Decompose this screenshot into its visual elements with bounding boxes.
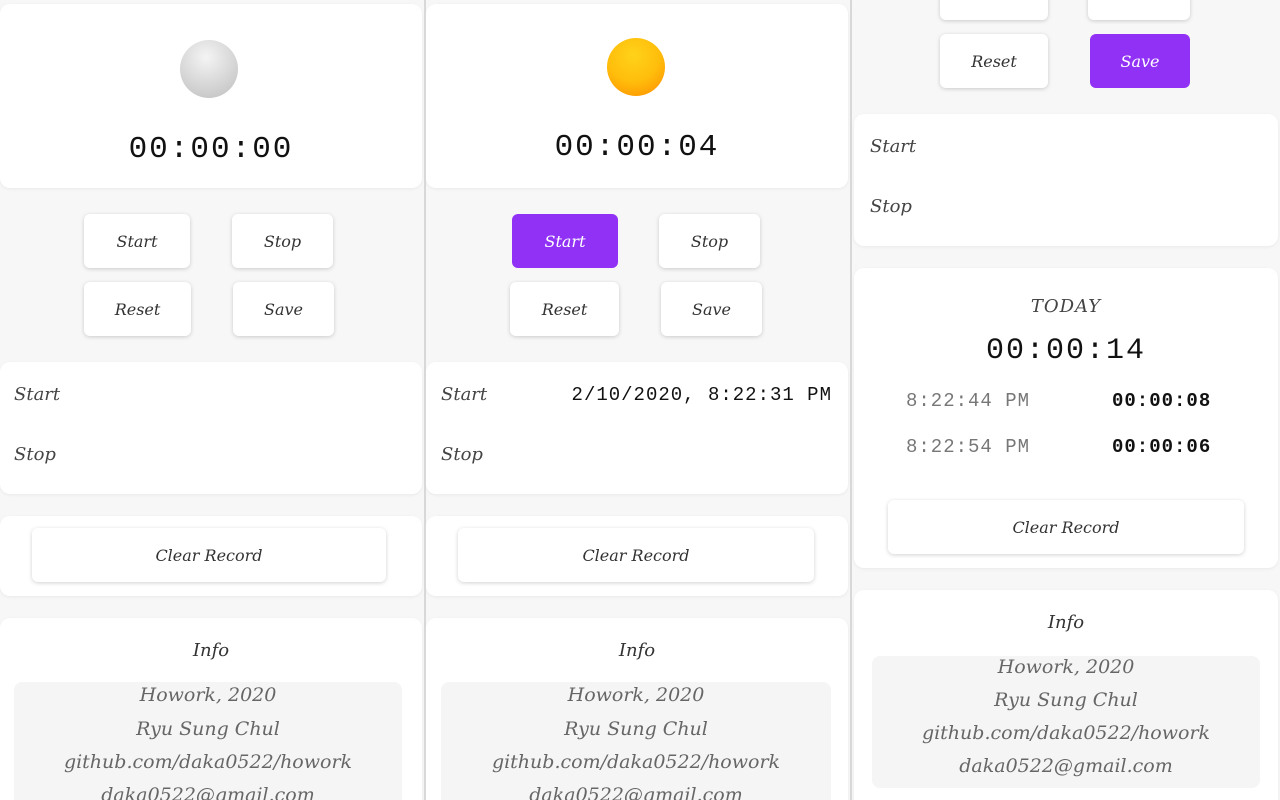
info-project: Howork, 2020 xyxy=(139,684,277,706)
panel-idle: 00:00:00 Start Stop Reset Save Start Sto… xyxy=(0,0,424,800)
clear-record-button[interactable]: Clear Record xyxy=(32,528,386,582)
clear-card: Clear Record xyxy=(0,516,422,596)
start-label: Start xyxy=(870,136,917,157)
status-lamp-icon xyxy=(607,38,665,96)
info-author: Ryu Sung Chul xyxy=(994,689,1138,711)
info-email-link[interactable]: daka0522@gmail.com xyxy=(14,784,402,800)
session-card: Start Stop xyxy=(854,114,1278,246)
info-email-link[interactable]: daka0522@gmail.com xyxy=(441,784,831,800)
record-time: 8:22:44 PM xyxy=(906,390,1031,412)
today-label: TODAY xyxy=(1030,296,1102,317)
info-card: Info Howork, 2020 Ryu Sung Chul github.c… xyxy=(854,590,1278,800)
reset-button[interactable]: Reset xyxy=(940,34,1048,88)
info-project: Howork, 2020 xyxy=(997,656,1135,678)
panel-running: 00:00:04 Start Stop Reset Save Start 2/1… xyxy=(426,0,852,800)
record-time: 8:22:54 PM xyxy=(906,436,1031,458)
start-button-partial[interactable] xyxy=(1088,0,1190,20)
session-card: Start 2/10/2020, 8:22:31 PM Stop xyxy=(426,362,848,494)
info-title: Info xyxy=(1047,612,1085,633)
info-author: Ryu Sung Chul xyxy=(136,718,280,740)
save-button[interactable]: Save xyxy=(661,282,762,336)
today-total: 00:00:14 xyxy=(985,334,1147,368)
save-button[interactable]: Save xyxy=(1090,34,1190,88)
timer-card: 00:00:00 xyxy=(0,4,422,188)
stop-label: Stop xyxy=(14,444,56,465)
info-title: Info xyxy=(192,640,230,661)
info-email-link[interactable]: daka0522@gmail.com xyxy=(872,755,1260,777)
stop-button[interactable]: Stop xyxy=(659,214,760,268)
save-button[interactable]: Save xyxy=(233,282,334,336)
start-label: Start xyxy=(14,384,61,405)
clear-record-button[interactable]: Clear Record xyxy=(458,528,814,582)
record-duration: 00:00:06 xyxy=(1112,436,1212,458)
info-box: Howork, 2020 Ryu Sung Chul github.com/da… xyxy=(441,682,831,800)
info-project: Howork, 2020 xyxy=(567,684,705,706)
info-card: Info Howork, 2020 Ryu Sung Chul github.c… xyxy=(426,618,848,800)
clear-record-button[interactable]: Clear Record xyxy=(888,500,1244,554)
stop-button[interactable]: Stop xyxy=(232,214,333,268)
stop-label: Stop xyxy=(441,444,483,465)
today-card: TODAY 00:00:14 8:22:44 PM 00:00:08 8:22:… xyxy=(854,268,1278,568)
info-title: Info xyxy=(618,640,656,661)
panel-records: Reset Save Start Stop TODAY 00:00:14 8:2… xyxy=(852,0,1280,800)
start-button[interactable]: Start xyxy=(512,214,618,268)
session-card: Start Stop xyxy=(0,362,422,494)
status-lamp-icon xyxy=(180,40,238,98)
info-box: Howork, 2020 Ryu Sung Chul github.com/da… xyxy=(872,656,1260,788)
start-label: Start xyxy=(441,384,488,405)
info-card: Info Howork, 2020 Ryu Sung Chul github.c… xyxy=(0,618,422,800)
info-github-link[interactable]: github.com/daka0522/howork xyxy=(14,751,402,773)
start-value: 2/10/2020, 8:22:31 PM xyxy=(571,384,832,406)
start-button[interactable]: Start xyxy=(84,214,190,268)
reset-button[interactable]: Reset xyxy=(84,282,191,336)
stop-label: Stop xyxy=(870,196,912,217)
info-box: Howork, 2020 Ryu Sung Chul github.com/da… xyxy=(14,682,402,800)
info-author: Ryu Sung Chul xyxy=(564,718,708,740)
info-github-link[interactable]: github.com/daka0522/howork xyxy=(441,751,831,773)
stop-button-partial[interactable] xyxy=(940,0,1048,20)
timer-display: 00:00:04 xyxy=(554,130,720,165)
reset-button[interactable]: Reset xyxy=(510,282,619,336)
record-duration: 00:00:08 xyxy=(1112,390,1212,412)
info-github-link[interactable]: github.com/daka0522/howork xyxy=(872,722,1260,744)
timer-card: 00:00:04 xyxy=(426,4,848,188)
clear-card: Clear Record xyxy=(426,516,848,596)
timer-display: 00:00:00 xyxy=(128,132,294,167)
